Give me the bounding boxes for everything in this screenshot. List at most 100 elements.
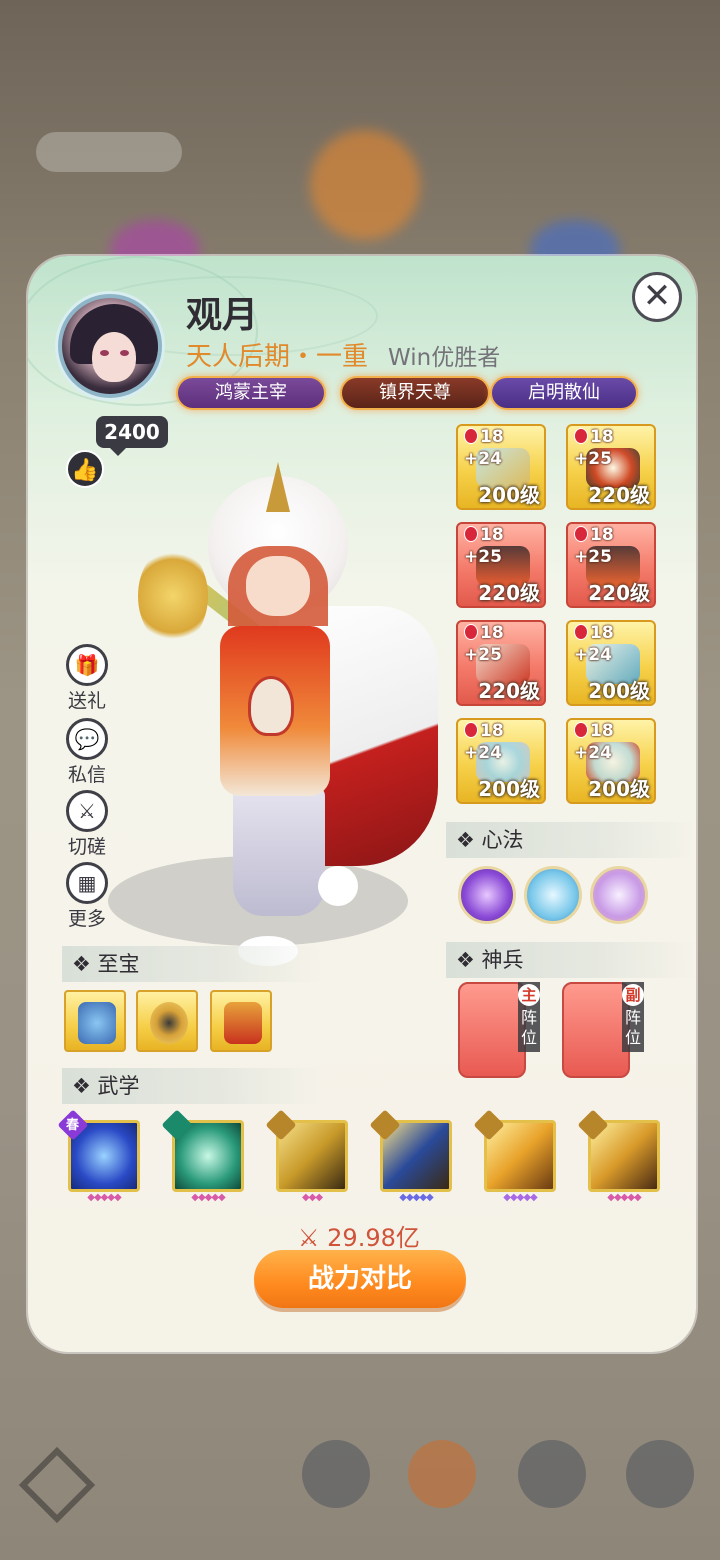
section-header-shenbing: ❖ 神兵 xyxy=(446,942,696,978)
divine-weapon-sub[interactable] xyxy=(562,982,630,1078)
refine-gem-icon xyxy=(574,526,588,542)
message-action[interactable]: 💬 私信 xyxy=(64,718,110,787)
player-name: 观月 xyxy=(186,295,259,336)
enhance-level: +25 xyxy=(464,645,502,665)
enhance-level: +25 xyxy=(464,547,502,567)
close-icon: ✕ xyxy=(642,276,672,316)
side-action-label: 送礼 xyxy=(67,690,106,712)
item-level: 220级 xyxy=(588,483,650,507)
refine-gem-icon xyxy=(574,722,588,738)
martial-skill-slot[interactable]: ◆◆◆ xyxy=(265,1109,348,1203)
skill-star-gems: ◆◆◆◆◆ xyxy=(87,1192,121,1203)
equipment-slot-boots[interactable]: 18 +24 200级 xyxy=(566,620,656,706)
divine-weapon-main[interactable] xyxy=(458,982,526,1078)
side-action-label: 更多 xyxy=(67,908,106,930)
like-count: 2400 xyxy=(96,416,168,456)
title-badge[interactable]: 鸿蒙主宰 xyxy=(176,376,326,410)
background-nav-icon xyxy=(408,1440,476,1508)
equipment-slot-ring[interactable]: 18 +24 200级 xyxy=(456,718,546,804)
player-title: Win优胜者 xyxy=(388,345,501,371)
title-badge[interactable]: 镇界天尊 xyxy=(340,376,490,410)
refine-gem-icon xyxy=(464,428,478,444)
formation-tag-main: 主阵位 xyxy=(518,982,540,1052)
enhance-level: +25 xyxy=(574,449,612,469)
treasure-slot[interactable] xyxy=(64,990,126,1052)
like-button[interactable]: 👍 xyxy=(66,450,104,488)
bagua-mirror-icon xyxy=(150,1002,188,1044)
title-badge[interactable]: 启明散仙 xyxy=(490,376,638,410)
item-level: 200级 xyxy=(588,679,650,703)
swords-icon: ⚔ xyxy=(66,790,108,832)
equipment-slot-robe[interactable]: 18 +25 220级 xyxy=(566,522,656,608)
martial-skill-slot[interactable]: ◆◆◆◆◆ xyxy=(161,1109,244,1203)
gift-action[interactable]: 🎁 送礼 xyxy=(64,644,110,713)
duel-action[interactable]: ⚔ 切磋 xyxy=(64,790,110,859)
equipment-slot-amulet[interactable]: 18 +24 200级 xyxy=(566,718,656,804)
pagoda-icon xyxy=(224,1002,262,1044)
side-action-label: 私信 xyxy=(67,764,106,786)
equipment-slot-bracer[interactable]: 18 +25 220级 xyxy=(456,620,546,706)
refine-level: 18 xyxy=(480,525,504,545)
xinfa-slot[interactable] xyxy=(524,866,582,924)
enhance-level: +24 xyxy=(464,449,502,469)
skill-star-gems: ◆◆◆◆◆ xyxy=(191,1192,225,1203)
more-action[interactable]: ▦ 更多 xyxy=(64,862,110,931)
player-profile-card: ✕ 观月 天人后期・一重 Win优胜者 鸿蒙主宰 镇界天尊 启明散仙 2400 … xyxy=(28,256,696,1352)
combat-power: ⚔ 29.98亿 xyxy=(298,1218,420,1253)
item-level: 200级 xyxy=(478,777,540,801)
enhance-level: +24 xyxy=(464,743,502,763)
refine-gem-icon xyxy=(464,624,478,640)
equipment-slot-weapon[interactable]: 18 +24 200级 xyxy=(456,424,546,510)
background-pill xyxy=(36,132,182,172)
martial-skill-slot[interactable]: ◆◆◆◆◆ xyxy=(577,1109,660,1203)
refine-gem-icon xyxy=(464,722,478,738)
background-nav-icon xyxy=(302,1440,370,1508)
xinfa-slot[interactable] xyxy=(458,866,516,924)
background-nav-icon xyxy=(626,1440,694,1508)
background-diamond-icon xyxy=(18,1446,96,1524)
background-nav-icon xyxy=(518,1440,586,1508)
treasure-slot[interactable] xyxy=(210,990,272,1052)
equipment-slot-helmet[interactable]: 18 +25 220级 xyxy=(566,424,656,510)
refine-level: 18 xyxy=(590,623,614,643)
refine-level: 18 xyxy=(480,721,504,741)
refine-level: 18 xyxy=(480,427,504,447)
treasure-slot[interactable] xyxy=(136,990,198,1052)
skill-star-gems: ◆◆◆◆◆ xyxy=(399,1192,433,1203)
refine-level: 18 xyxy=(480,623,504,643)
skill-star-gems: ◆◆◆◆◆ xyxy=(607,1192,641,1203)
section-header-xinfa: ❖ 心法 xyxy=(446,822,696,858)
chat-icon: 💬 xyxy=(66,718,108,760)
close-button[interactable]: ✕ xyxy=(632,272,682,322)
section-header-zhibao: ❖ 至宝 xyxy=(62,946,322,982)
martial-skill-slot[interactable]: 春 ◆◆◆◆◆ xyxy=(57,1109,140,1203)
item-level: 220级 xyxy=(478,679,540,703)
martial-skill-slot[interactable]: ◆◆◆◆◆ xyxy=(369,1109,452,1203)
player-realm: 天人后期・一重 xyxy=(186,342,369,372)
enhance-level: +24 xyxy=(574,645,612,665)
equipment-slot-armor[interactable]: 18 +25 220级 xyxy=(456,522,546,608)
gift-icon: 🎁 xyxy=(66,644,108,686)
skill-season-label: 春 xyxy=(66,1118,80,1133)
cauldron-icon xyxy=(78,1002,116,1044)
item-level: 200级 xyxy=(478,483,540,507)
item-level: 220级 xyxy=(478,581,540,605)
refine-level: 18 xyxy=(590,525,614,545)
section-header-wuxue: ❖ 武学 xyxy=(62,1068,322,1104)
item-level: 200级 xyxy=(588,777,650,801)
martial-skill-slot[interactable]: ◆◆◆◆◆ xyxy=(473,1109,556,1203)
formation-tag-sub: 副阵位 xyxy=(622,982,644,1052)
refine-level: 18 xyxy=(590,721,614,741)
thumbs-up-icon: 👍 xyxy=(71,458,99,483)
avatar[interactable] xyxy=(58,294,162,398)
background-glow xyxy=(310,130,420,240)
xinfa-slot[interactable] xyxy=(590,866,648,924)
refine-gem-icon xyxy=(464,526,478,542)
side-action-label: 切磋 xyxy=(67,836,106,858)
item-level: 220级 xyxy=(588,581,650,605)
compare-power-button[interactable]: 战力对比 xyxy=(254,1250,466,1308)
combat-power-value: 29.98亿 xyxy=(327,1224,420,1252)
crossed-swords-icon: ⚔ xyxy=(298,1224,320,1252)
refine-gem-icon xyxy=(574,624,588,640)
skill-star-gems: ◆◆◆◆◆ xyxy=(503,1192,537,1203)
